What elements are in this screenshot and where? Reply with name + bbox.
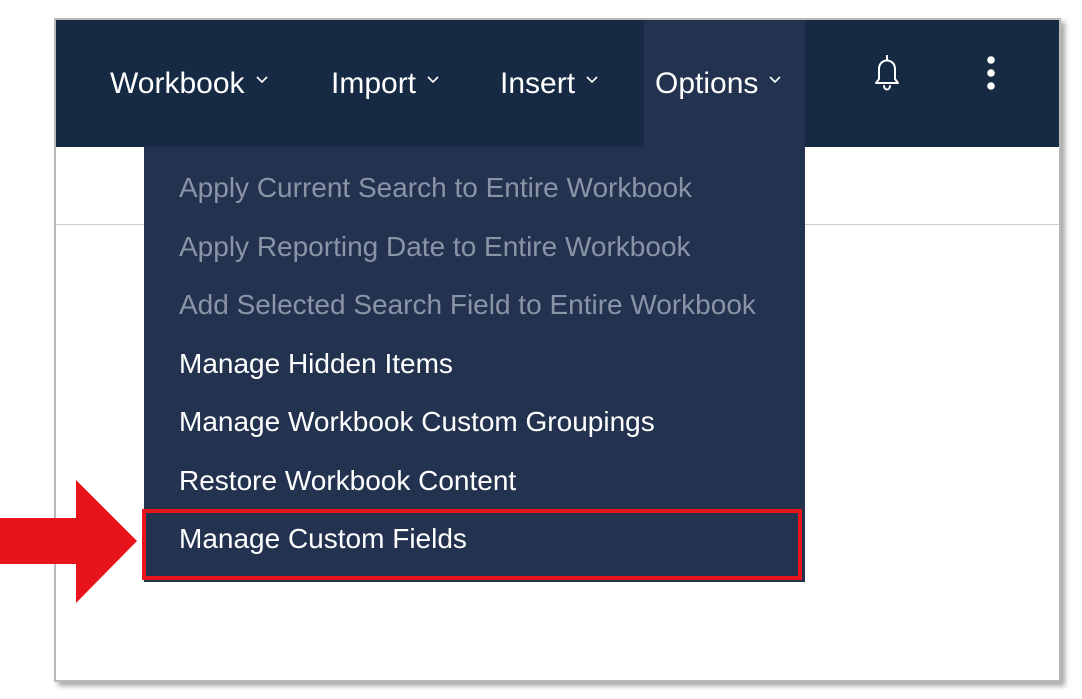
top-navigation-bar: Workbook Import Insert Options	[56, 20, 1059, 147]
options-dropdown-menu: Apply Current Search to Entire Workbook …	[144, 147, 805, 582]
nav-import-menu[interactable]: Import	[331, 20, 439, 147]
nav-insert-label: Insert	[500, 66, 576, 100]
chevron-down-icon	[255, 75, 268, 86]
bell-icon[interactable]	[870, 53, 904, 93]
chevron-down-icon	[769, 75, 781, 86]
screenshot-canvas: Workbook Import Insert Options Apply Cur…	[0, 0, 1082, 699]
nav-options-label: Options	[655, 66, 759, 100]
menu-item-manage-custom-fields[interactable]: Manage Custom Fields	[179, 510, 467, 568]
menu-item-apply-current-search: Apply Current Search to Entire Workbook	[179, 172, 693, 203]
menu-item-restore-workbook-content[interactable]: Restore Workbook Content	[179, 452, 516, 510]
menu-item-manage-hidden-items[interactable]: Manage Hidden Items	[179, 335, 453, 393]
nav-options-menu[interactable]: Options	[644, 20, 805, 147]
menu-item-manage-custom-groupings[interactable]: Manage Workbook Custom Groupings	[179, 393, 655, 451]
arrow-right-icon	[0, 480, 140, 605]
nav-workbook-menu[interactable]: Workbook	[110, 20, 268, 147]
menu-item-add-selected-search-field: Add Selected Search Field to Entire Work…	[179, 289, 756, 320]
nav-import-label: Import	[331, 66, 417, 100]
menu-item-apply-reporting-date: Apply Reporting Date to Entire Workbook	[179, 231, 691, 262]
chevron-down-icon	[586, 75, 598, 86]
more-vertical-icon[interactable]	[984, 53, 998, 93]
nav-workbook-label: Workbook	[110, 66, 245, 100]
nav-insert-menu[interactable]: Insert	[500, 20, 598, 147]
chevron-down-icon	[427, 75, 439, 86]
app-window: Workbook Import Insert Options Apply Cur…	[54, 18, 1061, 682]
